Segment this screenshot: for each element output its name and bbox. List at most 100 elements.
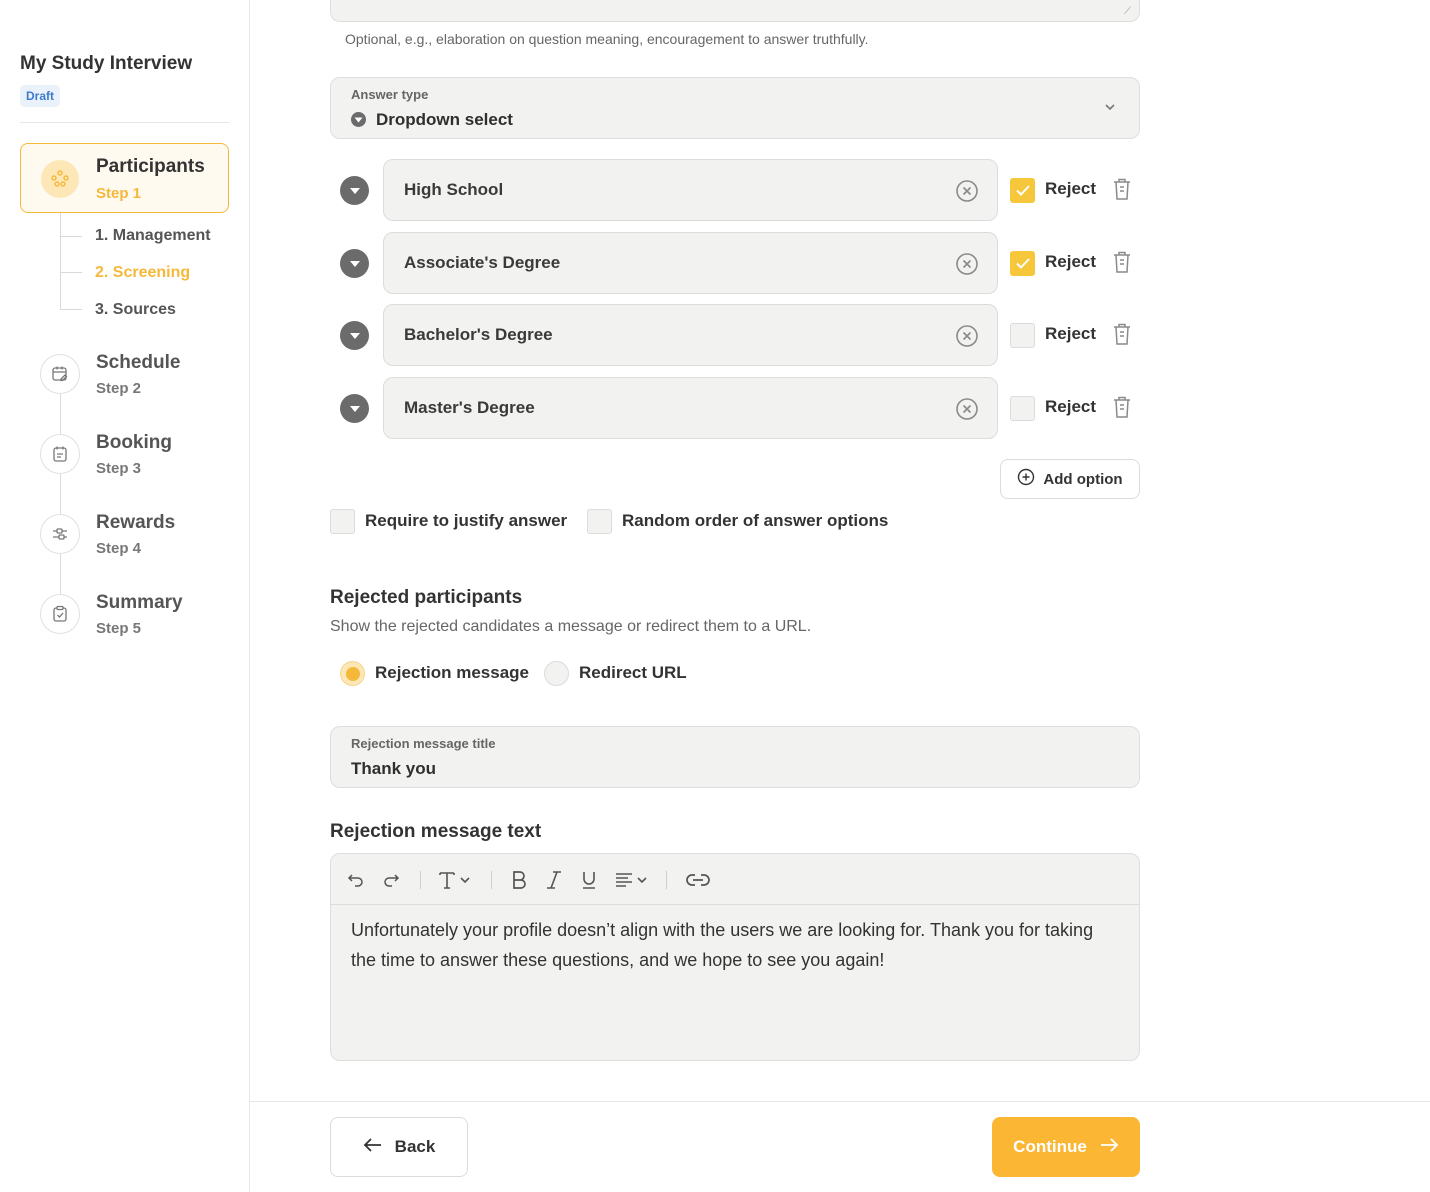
substep-screening[interactable]: 2. Screening [95,264,190,282]
option-dropdown-icon [340,394,369,423]
continue-button[interactable]: Continue [992,1117,1140,1177]
underline-icon[interactable] [580,868,598,892]
bold-icon[interactable] [510,868,528,892]
rejection-message-text: Unfortunately your profile doesn’t align… [351,920,1094,970]
resize-handle-icon[interactable]: ⟋ [1124,6,1131,17]
rejection-message-radio[interactable] [340,661,365,686]
sliders-icon [40,514,80,554]
answer-type-label: Answer type [351,87,429,102]
clear-icon[interactable] [955,252,979,281]
step-name: Booking [96,432,172,453]
option-dropdown-icon [340,321,369,350]
option-text: Associate's Degree [404,253,561,272]
participants-icon [41,160,79,198]
footer-divider [250,1101,1430,1102]
substep-branch [60,236,82,237]
continue-label: Continue [1013,1137,1087,1156]
answer-option-row: Bachelor's Degree Reject [330,304,1140,366]
step-number: Step 4 [96,540,142,557]
step-name: Schedule [96,352,181,373]
arrow-left-icon [363,1137,383,1158]
reject-label: Reject [1045,397,1097,416]
main-content: ⟋ Optional, e.g., elaboration on questio… [250,0,1430,1192]
clear-icon[interactable] [955,324,979,353]
description-hint: Optional, e.g., elaboration on question … [345,31,869,47]
sidebar: My Study Interview Draft Participants St… [0,0,250,1192]
reject-checkbox[interactable] [1010,323,1035,348]
rejection-message-radio-label: Rejection message [375,663,530,682]
study-title: My Study Interview [20,53,193,74]
rich-text-editor[interactable]: Unfortunately your profile doesn’t align… [330,853,1140,1061]
trash-icon[interactable] [1112,395,1132,424]
align-icon[interactable] [615,868,651,892]
answer-type-select[interactable]: Answer type Dropdown select [330,77,1140,139]
option-dropdown-icon [340,176,369,205]
redo-icon[interactable] [382,868,400,892]
option-input[interactable]: Bachelor's Degree [383,304,998,366]
step-rewards[interactable]: Rewards Step 4 [40,512,240,564]
step-number: Step 2 [96,380,142,397]
toolbar-separator [420,871,421,889]
redirect-url-radio[interactable] [544,661,569,686]
trash-icon[interactable] [1112,322,1132,351]
back-button[interactable]: Back [330,1117,468,1177]
calendar-list-icon [40,434,80,474]
clear-icon[interactable] [955,397,979,426]
question-description-textarea[interactable]: ⟋ [330,0,1140,22]
editor-toolbar [331,854,1139,905]
answer-type-value: Dropdown select [376,110,513,129]
plus-circle-icon [1017,468,1035,490]
reject-checkbox[interactable] [1010,251,1035,276]
reject-checkbox[interactable] [1010,178,1035,203]
trash-icon[interactable] [1112,250,1132,279]
step-number: Step 5 [96,620,142,637]
option-dropdown-icon [340,249,369,278]
undo-icon[interactable] [347,868,365,892]
step-participants[interactable]: Participants Step 1 [20,143,229,213]
rejection-title-field[interactable]: Rejection message title Thank you [330,726,1140,788]
step-schedule[interactable]: Schedule Step 2 [40,352,240,404]
link-icon[interactable] [686,868,710,892]
random-order-checkbox[interactable] [587,509,612,534]
option-text: Master's Degree [404,398,535,417]
rejection-text-heading: Rejection message text [330,821,542,842]
reject-label: Reject [1045,324,1097,343]
reject-checkbox[interactable] [1010,396,1035,421]
toolbar-separator [666,871,667,889]
option-text: Bachelor's Degree [404,325,553,344]
require-justify-checkbox[interactable] [330,509,355,534]
italic-icon[interactable] [545,868,563,892]
substep-management[interactable]: 1. Management [95,227,211,245]
step-name: Participants [96,156,205,177]
substep-sources[interactable]: 3. Sources [95,301,176,319]
rejection-title-label: Rejection message title [351,736,496,751]
step-booking[interactable]: Booking Step 3 [40,432,240,484]
option-input[interactable]: Associate's Degree [383,232,998,294]
substep-branch [60,272,82,273]
substep-tree-line [60,213,61,309]
step-name: Summary [96,592,183,613]
arrow-right-icon [1099,1137,1119,1158]
answer-option-row: High School Reject [330,159,1140,221]
rejection-title-value: Thank you [351,759,437,778]
option-input[interactable]: Master's Degree [383,377,998,439]
sidebar-divider [20,122,229,123]
back-label: Back [394,1137,436,1156]
toolbar-separator [491,871,492,889]
option-input[interactable]: High School [383,159,998,221]
step-name: Rewards [96,512,176,533]
clear-icon[interactable] [955,179,979,208]
substep-branch [60,309,82,310]
add-option-button[interactable]: Add option [1000,459,1140,499]
reject-label: Reject [1045,179,1097,198]
redirect-url-radio-label: Redirect URL [579,663,687,682]
chevron-down-icon [1103,100,1117,119]
text-style-icon[interactable] [438,868,472,892]
option-text: High School [404,180,504,199]
step-summary[interactable]: Summary Step 5 [40,592,240,644]
require-justify-label: Require to justify answer [365,511,568,530]
step-number: Step 1 [96,185,142,202]
trash-icon[interactable] [1112,177,1132,206]
step-number: Step 3 [96,460,142,477]
dropdown-type-icon [351,112,366,127]
